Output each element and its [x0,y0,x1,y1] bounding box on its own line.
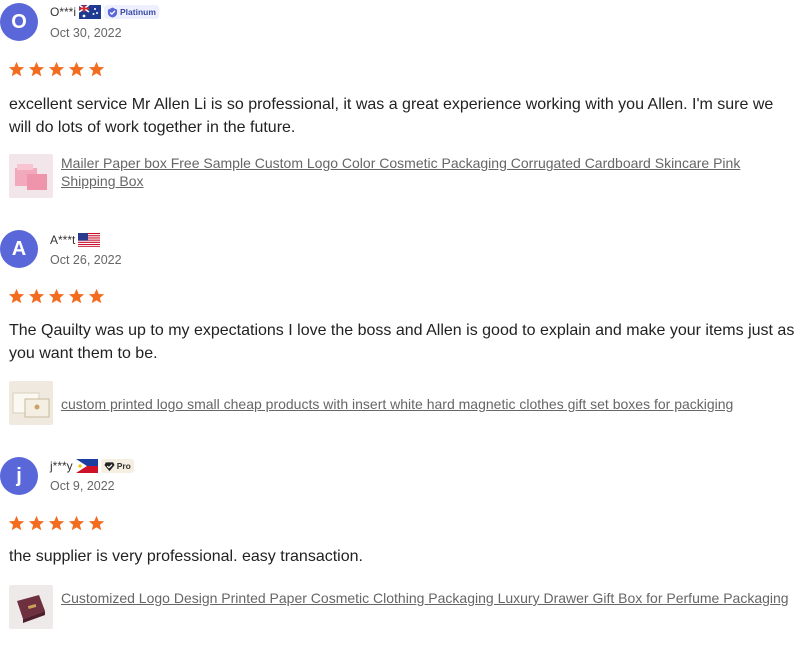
star-icon [28,288,45,304]
star-rating [8,515,105,532]
star-icon [8,288,25,304]
star-icon [8,61,25,77]
review-date: Oct 26, 2022 [50,253,122,267]
product-link-row[interactable]: Mailer Paper box Free Sample Custom Logo… [9,154,791,198]
review-text: excellent service Mr Allen Li is so prof… [9,96,774,136]
star-icon [88,61,105,77]
star-icon [28,61,45,77]
star-icon [88,288,105,304]
star-icon [88,515,105,531]
reviewer-name-row: j***y Pro [50,459,134,473]
product-link[interactable]: Customized Logo Design Printed Paper Cos… [61,589,791,607]
product-link[interactable]: custom printed logo small cheap products… [61,395,791,413]
star-icon [68,288,85,304]
avatar: O [0,3,38,41]
star-icon [68,515,85,531]
star-rating [8,61,105,78]
pro-badge: Pro [100,459,134,473]
australia-flag-icon [79,5,102,19]
product-thumbnail[interactable] [9,585,53,629]
star-icon [28,515,45,531]
reviewer-name: j***y [50,459,73,473]
reviewer-name-row: A***t [50,233,101,247]
star-icon [48,61,65,77]
product-thumbnail[interactable] [9,154,53,198]
star-icon [8,515,25,531]
product-link[interactable]: Mailer Paper box Free Sample Custom Logo… [61,154,791,190]
usa-flag-icon [78,233,101,247]
verified-shield-icon [107,6,118,18]
star-icon [68,61,85,77]
reviewer-name: A***t [50,233,76,247]
review-text: The Qauilty was up to my expectations I … [9,322,795,362]
star-icon [48,515,65,531]
review-date: Oct 30, 2022 [50,26,122,40]
badge-label: Platinum [120,7,156,17]
product-link-row[interactable]: custom printed logo small cheap products… [9,381,791,425]
avatar: j [0,457,38,495]
review-text: the supplier is very professional. easy … [9,548,363,565]
product-thumbnail[interactable] [9,381,53,425]
review-date: Oct 9, 2022 [50,479,115,493]
badge-label: Pro [116,461,131,471]
product-link-row[interactable]: Customized Logo Design Printed Paper Cos… [9,585,791,629]
avatar: A [0,230,38,268]
reviewer-name-row: O***i Platinum [50,5,159,19]
star-icon [48,288,65,304]
platinum-badge: Platinum [104,5,159,19]
star-rating [8,288,105,305]
verified-diamond-icon [104,461,115,471]
reviewer-name: O***i [50,5,77,19]
philippines-flag-icon [75,459,98,473]
